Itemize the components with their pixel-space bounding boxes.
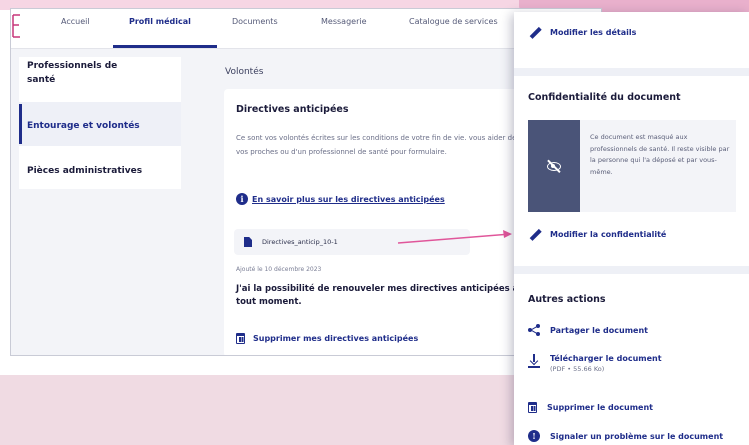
confidentiality-heading: Confidentialité du document [528, 92, 681, 103]
eye-slash-icon [547, 161, 561, 171]
download-document-button[interactable]: Télécharger le document (PDF • 55.66 Ko) [528, 354, 662, 373]
modify-confidentiality-label: Modifier la confidentialité [550, 229, 667, 239]
info-link[interactable]: i En savoir plus sur les directives anti… [236, 193, 445, 205]
modify-details-label: Modifier les détails [550, 27, 637, 37]
sidebar-item-professionnels[interactable]: Professionnels de santé [27, 59, 147, 87]
download-file-meta: (PDF • 55.66 Ko) [550, 365, 605, 373]
report-problem-button[interactable]: ! Signaler un problème sur le document [528, 430, 723, 442]
document-side-panel: Modifier les détails Confidentialité du … [514, 12, 749, 445]
sidebar-item-pieces-administratives[interactable]: Pièces administratives [27, 164, 142, 178]
sidebar-item-entourage[interactable]: Entourage et volontés [27, 119, 140, 133]
share-document-label: Partager le document [550, 325, 648, 335]
section-label: Volontés [225, 67, 264, 77]
card-description: Ce sont vos volontés écrites sur les con… [236, 134, 517, 156]
panel-separator [514, 68, 749, 76]
trash-icon [528, 402, 537, 413]
share-icon [528, 324, 540, 336]
card-title: Directives anticipées [236, 104, 349, 115]
delete-directives-label: Supprimer mes directives anticipées [253, 334, 419, 343]
modify-confidentiality-button[interactable]: Modifier la confidentialité [528, 228, 666, 240]
delete-document-label: Supprimer le document [547, 403, 653, 412]
share-document-button[interactable]: Partager le document [528, 324, 648, 336]
info-icon: i [236, 193, 248, 205]
added-date: Ajouté le 10 décembre 2023 [236, 266, 322, 273]
renew-text: J'ai la possibilité de renouveler mes di… [236, 284, 519, 307]
report-problem-label: Signaler un problème sur le document [550, 431, 724, 441]
file-name: Directives_anticip_10-1 [262, 238, 338, 246]
pencil-icon [528, 26, 540, 38]
tab-messagerie[interactable]: Messagerie [321, 17, 367, 26]
logo-icon [12, 14, 20, 38]
file-chip[interactable]: Directives_anticip_10-1 [234, 229, 470, 255]
tab-catalogue-services[interactable]: Catalogue de services [409, 17, 498, 26]
other-actions-heading: Autres actions [528, 294, 606, 305]
sidebar-active-indicator [19, 104, 22, 144]
confidentiality-box: Ce document est masqué aux professionnel… [528, 120, 736, 212]
pencil-icon [528, 228, 540, 240]
tab-profil-medical[interactable]: Profil médical [129, 17, 191, 26]
confidentiality-icon-area [528, 120, 580, 212]
directives-card: Directives anticipées Ce sont vos volont… [224, 89, 524, 355]
delete-document-button[interactable]: Supprimer le document [528, 402, 653, 413]
tab-accueil[interactable]: Accueil [61, 17, 90, 26]
tab-documents[interactable]: Documents [232, 17, 278, 26]
trash-icon [236, 333, 245, 344]
delete-directives-button[interactable]: Supprimer mes directives anticipées [236, 333, 418, 344]
panel-separator [514, 266, 749, 274]
info-link-label: En savoir plus sur les directives antici… [252, 194, 445, 204]
file-icon [244, 237, 252, 247]
confidentiality-text: Ce document est masqué aux professionnel… [590, 133, 730, 176]
download-icon [528, 354, 540, 368]
modify-details-button[interactable]: Modifier les détails [528, 26, 636, 38]
alert-icon: ! [528, 430, 540, 442]
active-tab-indicator [113, 45, 217, 48]
download-document-label: Télécharger le document [550, 354, 662, 363]
